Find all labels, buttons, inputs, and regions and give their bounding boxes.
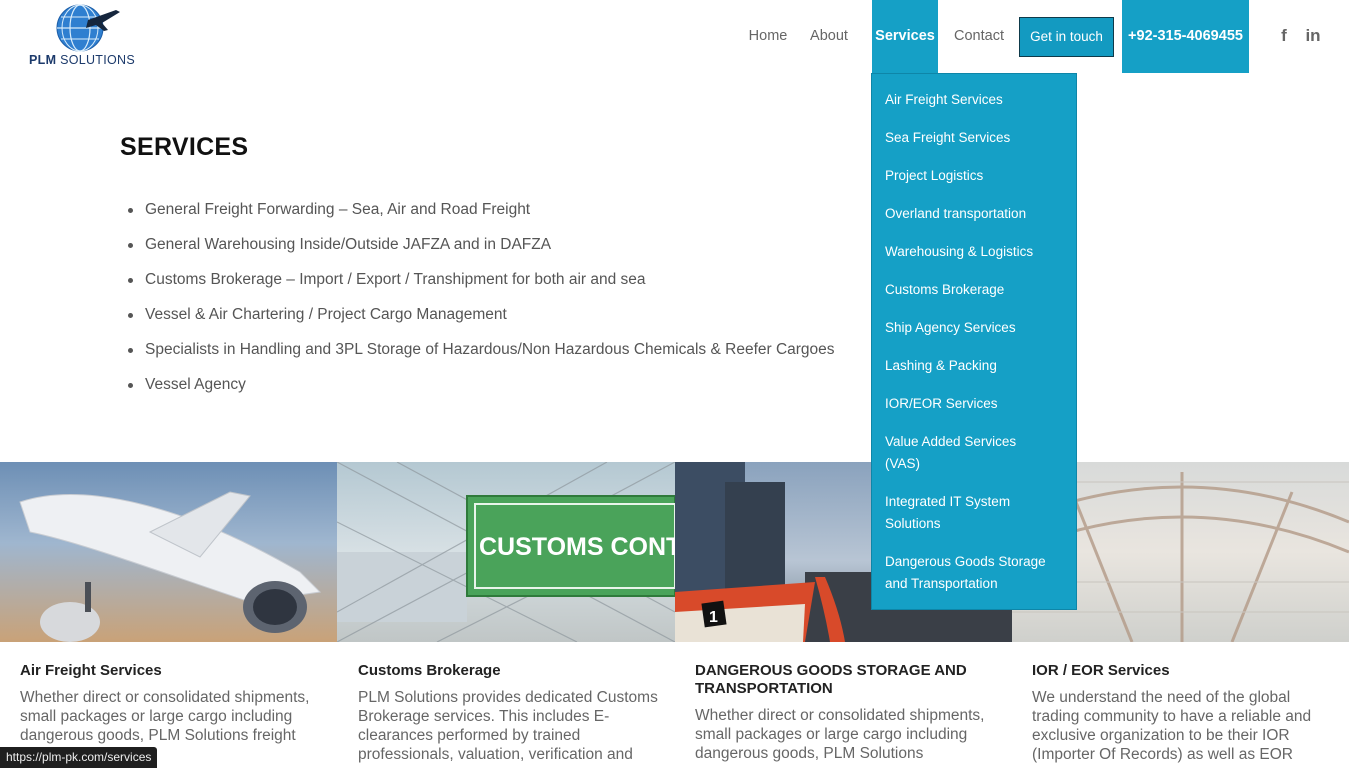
site-header: PLM SOLUTIONS Home About Services Contac… [0,0,1349,73]
page-title: SERVICES [120,133,249,161]
status-bar-url: https://plm-pk.com/services [0,747,158,768]
dropdown-item-air-freight[interactable]: Air Freight Services [885,89,1065,111]
logo-text: PLM SOLUTIONS [29,53,136,67]
dropdown-item-overland[interactable]: Overland transportation [885,203,1065,225]
customs-sign-text: CUSTOMS CONTROL [479,533,675,561]
nav-contact[interactable]: Contact [948,0,1010,73]
dropdown-item-sea-freight[interactable]: Sea Freight Services [885,127,1065,149]
dropdown-item-warehousing[interactable]: Warehousing & Logistics [885,241,1065,263]
dropdown-item-ior-eor[interactable]: IOR/EOR Services [885,393,1065,415]
list-item: Vessel & Air Chartering / Project Cargo … [128,305,835,340]
facebook-icon[interactable]: f [1274,26,1294,46]
list-item: Specialists in Handling and 3PL Storage … [128,340,835,375]
dropdown-item-customs[interactable]: Customs Brokerage [885,279,1065,301]
globe-plane-icon [56,4,120,52]
card-title[interactable]: IOR / EOR Services [1032,662,1332,680]
card-title[interactable]: Air Freight Services [20,662,320,680]
boat-number-text: 1 [709,609,718,626]
card-title[interactable]: DANGEROUS GOODS STORAGE AND TRANSPORTATI… [695,662,995,698]
dropdown-item-lashing[interactable]: Lashing & Packing [885,355,1065,377]
list-item: General Warehousing Inside/Outside JAFZA… [128,235,835,270]
list-item: Customs Brokerage – Import / Export / Tr… [128,270,835,305]
nav-about[interactable]: About [800,0,858,73]
customs-control-image[interactable]: CUSTOMS CONTROL [337,462,675,642]
services-list: General Freight Forwarding – Sea, Air an… [128,200,835,410]
nav-home[interactable]: Home [740,0,796,73]
service-card: IOR / EOR Services We understand the nee… [1032,662,1332,764]
list-item: General Freight Forwarding – Sea, Air an… [128,200,835,235]
service-card: DANGEROUS GOODS STORAGE AND TRANSPORTATI… [695,662,995,763]
card-text: Whether direct or consolidated shipments… [695,707,985,762]
get-in-touch-button[interactable]: Get in touch [1019,17,1114,57]
phone-link[interactable]: +92-315-4069455 [1122,0,1249,73]
card-text: We understand the need of the global tra… [1032,689,1312,763]
linkedin-icon[interactable]: in [1303,26,1323,46]
service-card: Customs Brokerage PLM Solutions provides… [358,662,658,764]
services-dropdown: Air Freight Services Sea Freight Service… [871,73,1077,610]
card-title[interactable]: Customs Brokerage [358,662,658,680]
dropdown-item-project-logistics[interactable]: Project Logistics [885,165,1065,187]
dropdown-item-vas[interactable]: Value Added Services (VAS) [885,431,1035,475]
dropdown-item-it-systems[interactable]: Integrated IT System Solutions [885,491,1035,535]
dropdown-item-ship-agency[interactable]: Ship Agency Services [885,317,1065,339]
card-text: PLM Solutions provides dedicated Customs… [358,689,658,763]
airplane-image[interactable] [0,462,337,642]
nav-services[interactable]: Services [872,0,938,73]
list-item: Vessel Agency [128,375,835,410]
service-image-strip: CUSTOMS CONTROL 1 [0,462,1349,642]
dropdown-item-dangerous-goods[interactable]: Dangerous Goods Storage and Transportati… [885,551,1060,595]
